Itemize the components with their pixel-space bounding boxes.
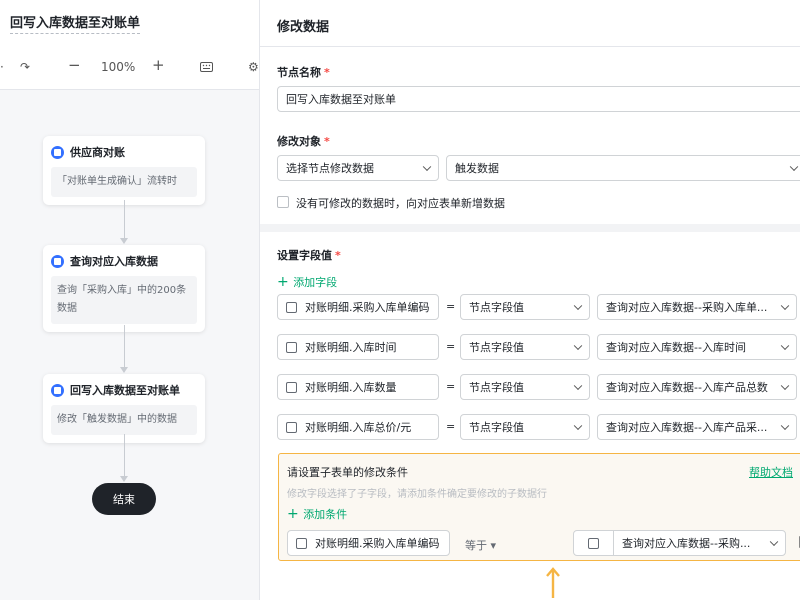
value-type-select[interactable]: 节点字段值	[460, 374, 590, 400]
condition-title: 请设置子表单的修改条件	[287, 466, 408, 479]
undo-icon[interactable]: ·	[0, 60, 4, 74]
zoom-out-icon[interactable]: −	[68, 56, 81, 74]
node-name-input[interactable]: 回写入库数据至对账单	[277, 86, 800, 112]
workflow-canvas: 回写入库数据至对账单 · ↷ − 100% + ⚙ 供应商对账 「对账单生成确认…	[0, 0, 260, 600]
flow-titlebar: 回写入库数据至对账单	[0, 0, 259, 46]
value-type-select[interactable]: 节点字段值	[460, 334, 590, 360]
field-type-icon	[286, 301, 297, 313]
connector-arrow	[120, 367, 128, 373]
fields-label: 设置字段值 *	[277, 249, 341, 262]
node-desc: 修改「触发数据」中的数据	[51, 405, 197, 435]
add-new-checkbox[interactable]	[277, 196, 289, 208]
value-select[interactable]: 查询对应入库数据--采购入库单...	[597, 294, 797, 320]
connector-arrow	[120, 476, 128, 482]
equals-sign: =	[446, 380, 456, 393]
field-type-icon	[286, 341, 297, 353]
chevron-down-icon	[573, 381, 583, 391]
flow-title[interactable]: 回写入库数据至对账单	[10, 12, 141, 34]
trigger-icon	[51, 145, 64, 159]
chevron-down-icon	[573, 421, 583, 431]
node-desc: 查询「采购入库」中的200条数据	[51, 276, 197, 324]
equals-sign: =	[446, 300, 456, 313]
up-arrow-icon	[546, 567, 560, 598]
chevron-down-icon	[780, 381, 790, 391]
add-condition-button[interactable]: + 添加条件	[287, 506, 347, 522]
connector	[124, 200, 125, 238]
node-desc: 「对账单生成确认」流转时	[51, 167, 197, 197]
add-field-button[interactable]: + 添加字段	[277, 274, 337, 290]
help-doc-link[interactable]: 帮助文档	[749, 464, 793, 480]
zoom-level: 100%	[101, 60, 136, 74]
canvas-toolbar: · ↷ − 100% + ⚙	[0, 46, 259, 90]
condition-field[interactable]: 对账明细.采购入库单编码	[287, 530, 450, 556]
equals-sign: =	[446, 340, 456, 353]
condition-box: 请设置子表单的修改条件 帮助文档 修改字段选择了子字段，请添加条件确定要修改的子…	[278, 453, 800, 561]
flow-node-writeback[interactable]: 回写入库数据至对账单 修改「触发数据」中的数据	[43, 374, 205, 443]
keyboard-icon[interactable]	[200, 61, 213, 75]
text-field-icon	[296, 537, 307, 549]
chevron-down-icon	[780, 421, 790, 431]
field-select[interactable]: 对账明细.采购入库单编码	[277, 294, 439, 320]
chevron-down-icon	[780, 301, 790, 311]
value-type-select[interactable]: 节点字段值	[460, 414, 590, 440]
connector-arrow	[120, 238, 128, 244]
condition-operator[interactable]: 等于 ▾	[465, 537, 496, 553]
flow-node-supplier-reconcile[interactable]: 供应商对账 「对账单生成确认」流转时	[43, 136, 205, 205]
chevron-down-icon	[573, 341, 583, 351]
equals-sign: =	[446, 420, 456, 433]
condition-hint: 修改字段选择了子字段，请添加条件确定要修改的子数据行	[287, 489, 547, 500]
section-separator	[260, 224, 800, 232]
field-select[interactable]: 对账明细.入库时间	[277, 334, 439, 360]
settings-icon[interactable]: ⚙	[248, 60, 259, 74]
chevron-down-icon	[422, 162, 432, 172]
connector	[124, 434, 125, 476]
add-new-checkbox-label: 没有可修改的数据时，向对应表单新增数据	[296, 197, 505, 210]
target-value-select[interactable]: 触发数据	[446, 155, 800, 181]
connector	[124, 325, 125, 367]
node-title: 回写入库数据至对账单	[70, 384, 180, 397]
divider	[260, 46, 800, 47]
chevron-down-icon	[573, 301, 583, 311]
chevron-down-icon	[769, 537, 779, 547]
field-select[interactable]: 对账明细.入库数量	[277, 374, 439, 400]
node-title: 查询对应入库数据	[70, 255, 158, 268]
edit-icon	[51, 383, 64, 397]
value-select[interactable]: 查询对应入库数据--入库时间	[597, 334, 797, 360]
value-select[interactable]: 查询对应入库数据--入库产品采...	[597, 414, 797, 440]
target-type-select[interactable]: 选择节点修改数据	[277, 155, 439, 181]
value-type-select[interactable]: 节点字段值	[460, 294, 590, 320]
field-select[interactable]: 对账明细.入库总价/元	[277, 414, 439, 440]
value-type-icon[interactable]	[574, 531, 614, 555]
target-label: 修改对象 *	[277, 135, 330, 148]
properties-panel: 修改数据 节点名称 * 回写入库数据至对账单 修改对象 * 选择节点修改数据 触发数…	[260, 0, 800, 600]
chevron-down-icon	[780, 341, 790, 351]
zoom-in-icon[interactable]: +	[152, 56, 165, 74]
end-node[interactable]: 结束	[92, 483, 156, 515]
flow-node-query-inbound[interactable]: 查询对应入库数据 查询「采购入库」中的200条数据	[43, 245, 205, 332]
node-name-label: 节点名称 *	[277, 66, 330, 79]
field-type-icon	[286, 381, 297, 393]
chevron-down-icon	[789, 162, 799, 172]
condition-value[interactable]: 查询对应入库数据--采购...	[573, 530, 786, 556]
redo-icon[interactable]: ↷	[20, 60, 30, 74]
database-icon	[51, 254, 64, 268]
field-type-icon	[286, 421, 297, 433]
panel-title: 修改数据	[277, 20, 330, 35]
value-select[interactable]: 查询对应入库数据--入库产品总数	[597, 374, 797, 400]
node-title: 供应商对账	[70, 146, 125, 159]
